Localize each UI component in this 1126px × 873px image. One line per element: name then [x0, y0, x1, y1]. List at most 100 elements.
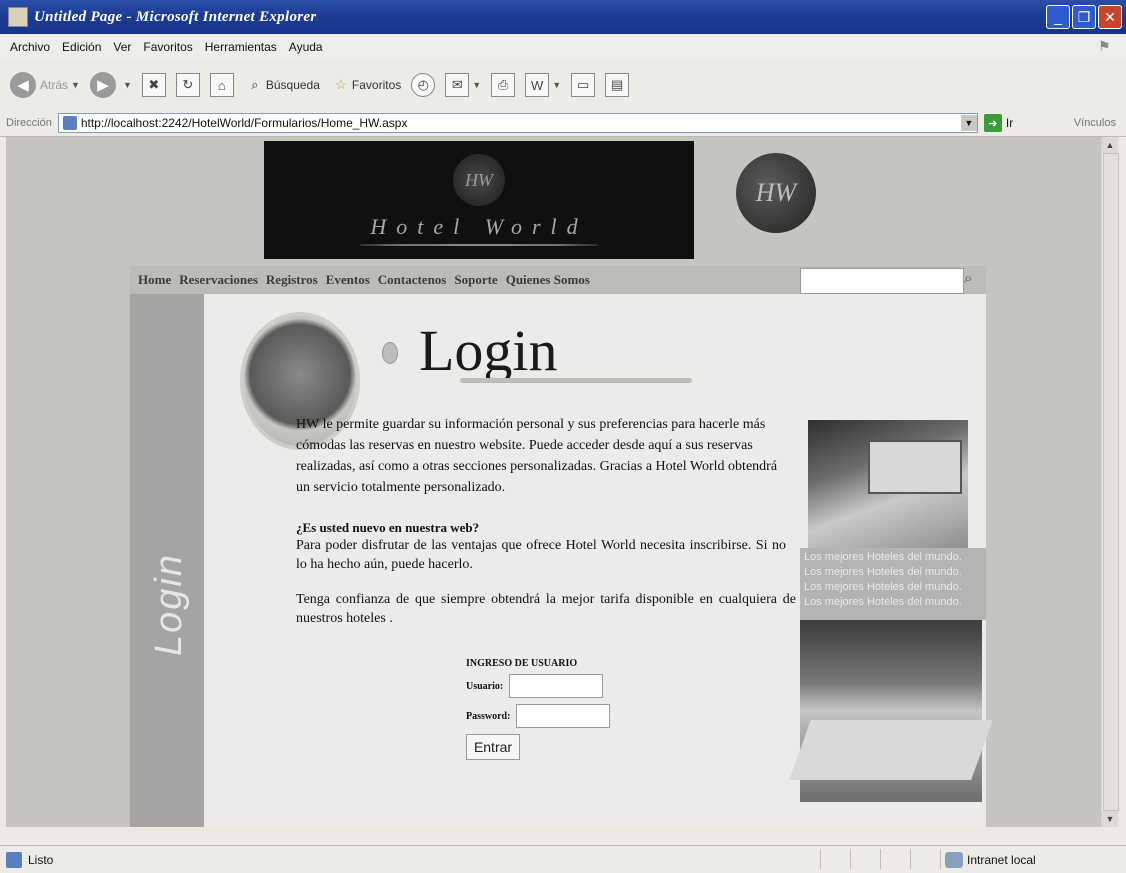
menu-edicion[interactable]: Edición	[62, 40, 101, 54]
status-divider	[910, 849, 911, 869]
chevron-down-icon[interactable]: ▼	[960, 115, 977, 131]
mail-button[interactable]: ✉ ▼	[445, 73, 481, 97]
go-arrow-icon[interactable]: ➜	[983, 114, 1002, 132]
menu-herramientas[interactable]: Herramientas	[205, 40, 277, 54]
scroll-thumb[interactable]	[1103, 153, 1119, 811]
page-viewport: HW Hotel World HW Home Reservaciones Reg…	[6, 137, 1102, 827]
search-icon[interactable]: ⌕	[964, 270, 972, 287]
go-button[interactable]: Ir	[1006, 116, 1013, 130]
banner-underline	[359, 244, 599, 246]
logo-monogram: HW	[755, 178, 797, 207]
scroll-up-icon[interactable]: ▲	[1102, 137, 1118, 153]
photo-caption: Los mejores Hoteles del mundo. Los mejor…	[800, 548, 986, 620]
password-row: Password:	[466, 704, 611, 728]
username-input[interactable]	[509, 674, 604, 698]
banner-brand: Hotel World	[370, 214, 588, 239]
research-icon: ▤	[605, 73, 630, 97]
chevron-down-icon: ▼	[71, 80, 80, 90]
home-button[interactable]: ⌂	[209, 73, 234, 97]
username-label: Usuario:	[466, 680, 504, 692]
stop-button[interactable]: ✖	[141, 73, 166, 97]
nav-eventos[interactable]: Eventos	[326, 272, 370, 288]
page-title: Login	[419, 318, 558, 383]
status-text: Listo	[28, 852, 54, 867]
status-divider	[880, 849, 881, 869]
pool-shape	[789, 720, 993, 780]
edit-button[interactable]: W ▼	[525, 73, 561, 97]
title-bar: Untitled Page - Microsoft Internet Explo…	[0, 0, 1126, 34]
chevron-down-icon: ▼	[552, 80, 562, 90]
hotel-building	[868, 440, 962, 494]
chevron-down-icon: ▼	[472, 80, 482, 90]
favorites-button[interactable]: ☆ Favoritos	[330, 74, 401, 96]
search-label: Búsqueda	[265, 78, 320, 92]
close-button[interactable]: ✕	[1098, 5, 1122, 29]
side-strip: Login	[130, 294, 204, 827]
back-label: Atrás	[40, 78, 69, 92]
submit-button[interactable]: Entrar	[466, 734, 520, 760]
bullet-icon	[382, 342, 398, 364]
toolbar: ◀ Atrás ▼ ▶ ▼ ✖ ↻ ⌂ ⌕ Búsqueda ☆ Favorit…	[0, 60, 1126, 111]
menu-bar: Archivo Edición Ver Favoritos Herramient…	[0, 34, 1126, 61]
nav-reservaciones[interactable]: Reservaciones	[179, 272, 258, 288]
discuss-icon: ▭	[571, 73, 596, 97]
menu-favoritos[interactable]: Favoritos	[143, 40, 192, 54]
intro-paragraph: HW le permite guardar su información per…	[296, 417, 778, 495]
minimize-button[interactable]: _	[1046, 5, 1070, 29]
hotel-photo	[808, 420, 968, 548]
window-title: Untitled Page - Microsoft Internet Explo…	[34, 8, 317, 25]
search-button[interactable]: ⌕ Búsqueda	[244, 74, 320, 96]
login-form-title: INGRESO DE USUARIO	[466, 658, 578, 669]
scroll-down-icon[interactable]: ▼	[1102, 811, 1118, 827]
print-button[interactable]: ⎙	[491, 73, 516, 97]
nav-quienes-somos[interactable]: Quienes Somos	[506, 272, 590, 288]
research-button[interactable]: ▤	[605, 73, 630, 97]
refresh-icon: ↻	[175, 73, 200, 97]
site-search-input[interactable]	[800, 268, 964, 294]
nav-soporte[interactable]: Soporte	[454, 272, 497, 288]
intranet-icon	[945, 851, 963, 868]
vertical-scrollbar[interactable]: ▲ ▼	[1101, 137, 1119, 827]
back-button[interactable]: ◀ Atrás ▼	[10, 72, 80, 98]
nav-contactenos[interactable]: Contactenos	[378, 272, 447, 288]
discuss-button[interactable]: ▭	[571, 73, 596, 97]
site-nav: Home Reservaciones Registros Eventos Con…	[130, 266, 986, 294]
window-controls: _ ❐ ✕	[1046, 5, 1122, 29]
word-icon: W	[525, 73, 550, 97]
status-divider	[940, 849, 941, 869]
menu-ayuda[interactable]: Ayuda	[289, 40, 323, 54]
nav-home[interactable]: Home	[138, 272, 171, 288]
address-label: Dirección	[6, 117, 52, 129]
main-content: Login HW le permite guardar su informaci…	[204, 294, 993, 827]
address-url[interactable]: http://localhost:2242/HotelWorld/Formula…	[81, 116, 961, 130]
banner-monogram-text: HW	[465, 169, 493, 190]
mail-icon: ✉	[445, 73, 470, 97]
star-icon: ☆	[335, 77, 347, 92]
ie-app-icon	[8, 7, 28, 27]
content-panel: Login Login HW le permite guardar su inf…	[130, 294, 993, 827]
history-button[interactable]: ◴	[411, 73, 436, 97]
banner-monogram: HW	[453, 154, 505, 206]
nav-registros[interactable]: Registros	[266, 272, 318, 288]
browser-window: Untitled Page - Microsoft Internet Explo…	[0, 0, 1126, 873]
print-icon: ⎙	[491, 73, 516, 97]
forward-button[interactable]: ▶ ▼	[89, 72, 132, 98]
refresh-button[interactable]: ↻	[175, 73, 200, 97]
menu-archivo[interactable]: Archivo	[10, 40, 50, 54]
username-row: Usuario:	[466, 674, 604, 698]
history-icon: ◴	[411, 73, 436, 97]
side-login-label: Login	[147, 552, 190, 656]
menu-ver[interactable]: Ver	[113, 40, 131, 54]
title-underline	[460, 378, 692, 383]
address-input[interactable]: http://localhost:2242/HotelWorld/Formula…	[57, 113, 978, 133]
password-input[interactable]	[516, 704, 611, 728]
links-button[interactable]: Vínculos	[1074, 117, 1116, 129]
confidence-paragraph: Tenga confianza de que siempre obtendrá …	[296, 592, 796, 626]
new-user-paragraph: Para poder disfrutar de las ventajas que…	[296, 538, 786, 572]
maximize-button[interactable]: ❐	[1072, 5, 1096, 29]
home-icon: ⌂	[209, 73, 234, 97]
password-label: Password:	[466, 710, 511, 722]
security-zone: Intranet local	[945, 851, 1036, 868]
hotel-banner: HW Hotel World	[264, 141, 694, 259]
search-icon: ⌕	[251, 77, 259, 92]
